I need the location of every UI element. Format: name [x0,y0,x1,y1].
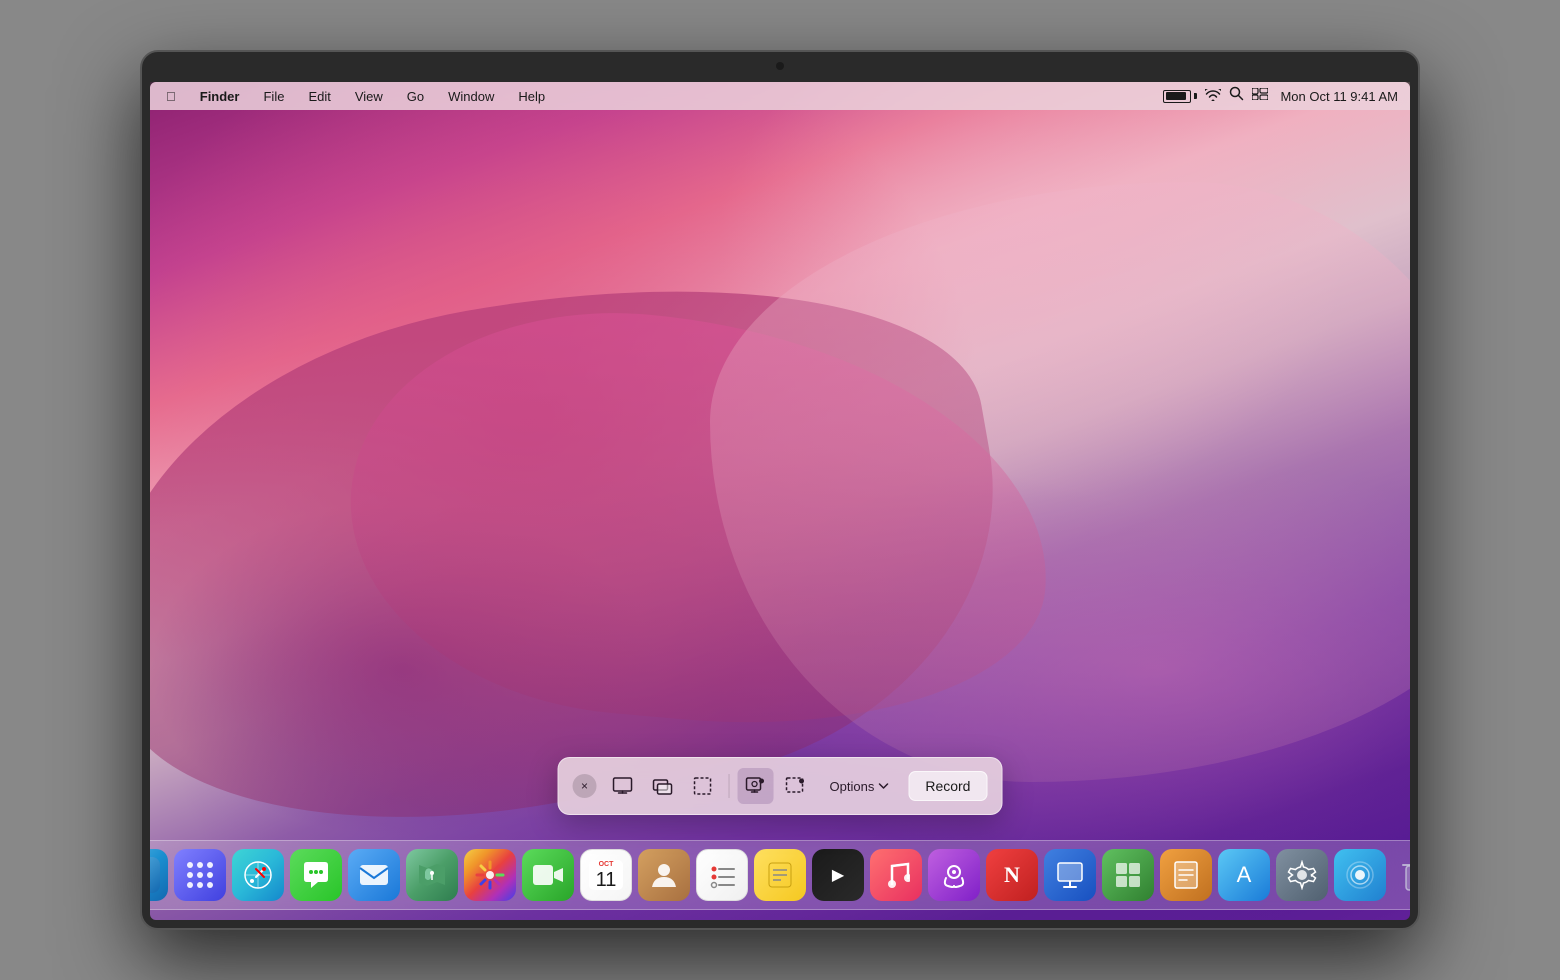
dock-app-finder[interactable] [150,849,168,901]
desktop:  Finder File Edit View Go Window Help [150,82,1410,920]
menubar:  Finder File Edit View Go Window Help [150,82,1410,110]
dock-app-mail[interactable] [348,849,400,901]
file-menu[interactable]: File [259,87,288,106]
dock-app-notes[interactable] [754,849,806,901]
help-menu[interactable]: Help [514,87,549,106]
dock-app-facetime[interactable] [522,849,574,901]
dock-app-appletv[interactable]: ▶ [812,849,864,901]
screen:  Finder File Edit View Go Window Help [150,82,1410,920]
dock-app-messages[interactable] [290,849,342,901]
screenshot-toolbar: × [558,757,1003,815]
battery-tip [1194,93,1197,99]
capture-entire-screen-button[interactable] [605,768,641,804]
menubar-time: Mon Oct 11 9:41 AM [1280,89,1398,104]
menubar-right: Mon Oct 11 9:41 AM [1163,86,1398,106]
dock-app-calendar[interactable]: OCT 11 [580,849,632,901]
chevron-down-icon [878,783,888,789]
view-menu[interactable]: View [351,87,387,106]
dock-app-launchpad[interactable] [174,849,226,901]
mac-frame:  Finder File Edit View Go Window Help [140,50,1420,930]
dock-app-safari[interactable] [232,849,284,901]
capture-window-button[interactable] [645,768,681,804]
close-toolbar-button[interactable]: × [573,774,597,798]
dock-app-appstore[interactable]: A [1218,849,1270,901]
status-icons [1163,86,1268,106]
dock-app-news[interactable]: N [986,849,1038,901]
svg-text:A: A [1237,862,1252,887]
dock-app-podcasts[interactable] [928,849,980,901]
edit-menu[interactable]: Edit [304,87,334,106]
dock-app-trash[interactable] [1392,849,1410,901]
svg-text:▶: ▶ [832,867,845,884]
apple-menu[interactable]:  [162,87,180,106]
dock-app-maps[interactable] [406,849,458,901]
dock-app-keynote[interactable] [1044,849,1096,901]
battery-body [1163,90,1191,103]
wifi-icon[interactable] [1205,88,1221,104]
svg-text:OCT: OCT [599,861,615,868]
options-label: Options [830,779,875,794]
dock-app-reminders[interactable] [696,849,748,901]
dock-app-system-preferences[interactable] [1276,849,1328,901]
camera-notch [776,62,784,70]
svg-text:N: N [1004,862,1020,887]
window-menu[interactable]: Window [444,87,498,106]
dock: OCT 11 [150,840,1410,910]
finder-menu[interactable]: Finder [196,87,244,106]
toolbar-separator-1 [729,774,730,798]
record-selection-button[interactable] [778,768,814,804]
options-button[interactable]: Options [818,773,901,800]
control-center-icon[interactable] [1252,87,1268,105]
dock-app-pages[interactable] [1160,849,1212,901]
capture-selection-button[interactable] [685,768,721,804]
dock-app-music[interactable] [870,849,922,901]
menubar-left:  Finder File Edit View Go Window Help [162,87,549,106]
dock-app-numbers[interactable] [1102,849,1154,901]
record-entire-screen-button[interactable] [738,768,774,804]
go-menu[interactable]: Go [403,87,428,106]
dock-app-contacts[interactable] [638,849,690,901]
svg-text:11: 11 [596,869,617,891]
search-icon[interactable] [1229,86,1244,106]
battery-status [1163,90,1197,103]
record-button[interactable]: Record [908,771,987,801]
dock-app-photos[interactable] [464,849,516,901]
dock-app-airdrop[interactable] [1334,849,1386,901]
battery-fill [1166,92,1186,100]
